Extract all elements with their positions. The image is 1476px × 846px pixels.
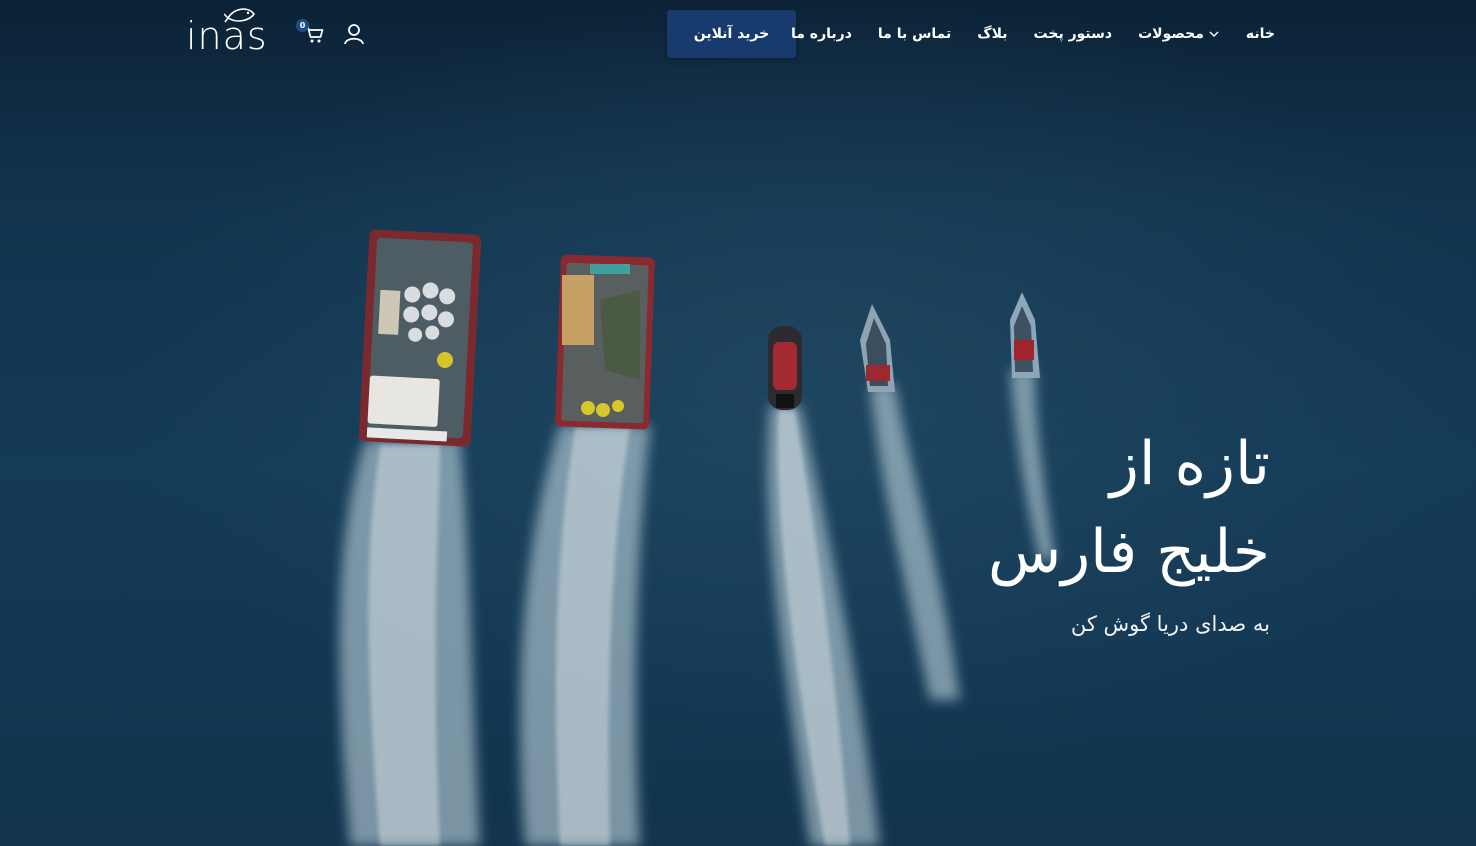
menu-item-label: درباره ما <box>791 26 852 42</box>
hero-headline: تازه از خلیج فارس به صدای دریا گوش کن <box>988 420 1270 636</box>
buy-online-button[interactable]: خرید آنلاین <box>667 10 796 58</box>
user-icon[interactable] <box>342 22 366 46</box>
boat-2 <box>555 254 655 430</box>
boat-5 <box>1010 292 1040 378</box>
cart-count-badge: 0 <box>296 19 309 32</box>
hero-title-line1: تازه از <box>1109 429 1270 499</box>
main-menu: خانه محصولات دستور پخت بلاگ تماس با ما د… <box>791 22 1275 46</box>
menu-item-products[interactable]: محصولات <box>1138 26 1220 42</box>
brand-logo[interactable]: inas <box>186 4 267 66</box>
menu-item-recipes[interactable]: دستور پخت <box>1034 26 1113 42</box>
hero-title-line2: خلیج فارس <box>987 517 1270 587</box>
menu-item-home[interactable]: خانه <box>1246 26 1275 42</box>
fish-logo-icon <box>224 8 255 23</box>
menu-item-label: محصولات <box>1138 26 1204 42</box>
menu-item-contact[interactable]: تماس با ما <box>878 26 951 42</box>
menu-item-label: تماس با ما <box>877 26 952 42</box>
menu-item-label: دستور پخت <box>1033 26 1113 42</box>
boat-1 <box>358 229 482 447</box>
hero-subtitle: به صدای دریا گوش کن <box>1070 612 1270 636</box>
menu-item-label: بلاگ <box>977 26 1008 42</box>
chevron-down-icon <box>1209 31 1219 37</box>
top-navigation: inas 0 خرید آنلاین خانه محصولات دستور پخ… <box>0 0 1476 68</box>
boat-4 <box>860 304 895 392</box>
menu-item-about[interactable]: درباره ما <box>791 26 852 42</box>
menu-item-label: خانه <box>1245 26 1275 42</box>
boat-3 <box>768 326 802 410</box>
menu-item-blog[interactable]: بلاگ <box>977 26 1007 42</box>
